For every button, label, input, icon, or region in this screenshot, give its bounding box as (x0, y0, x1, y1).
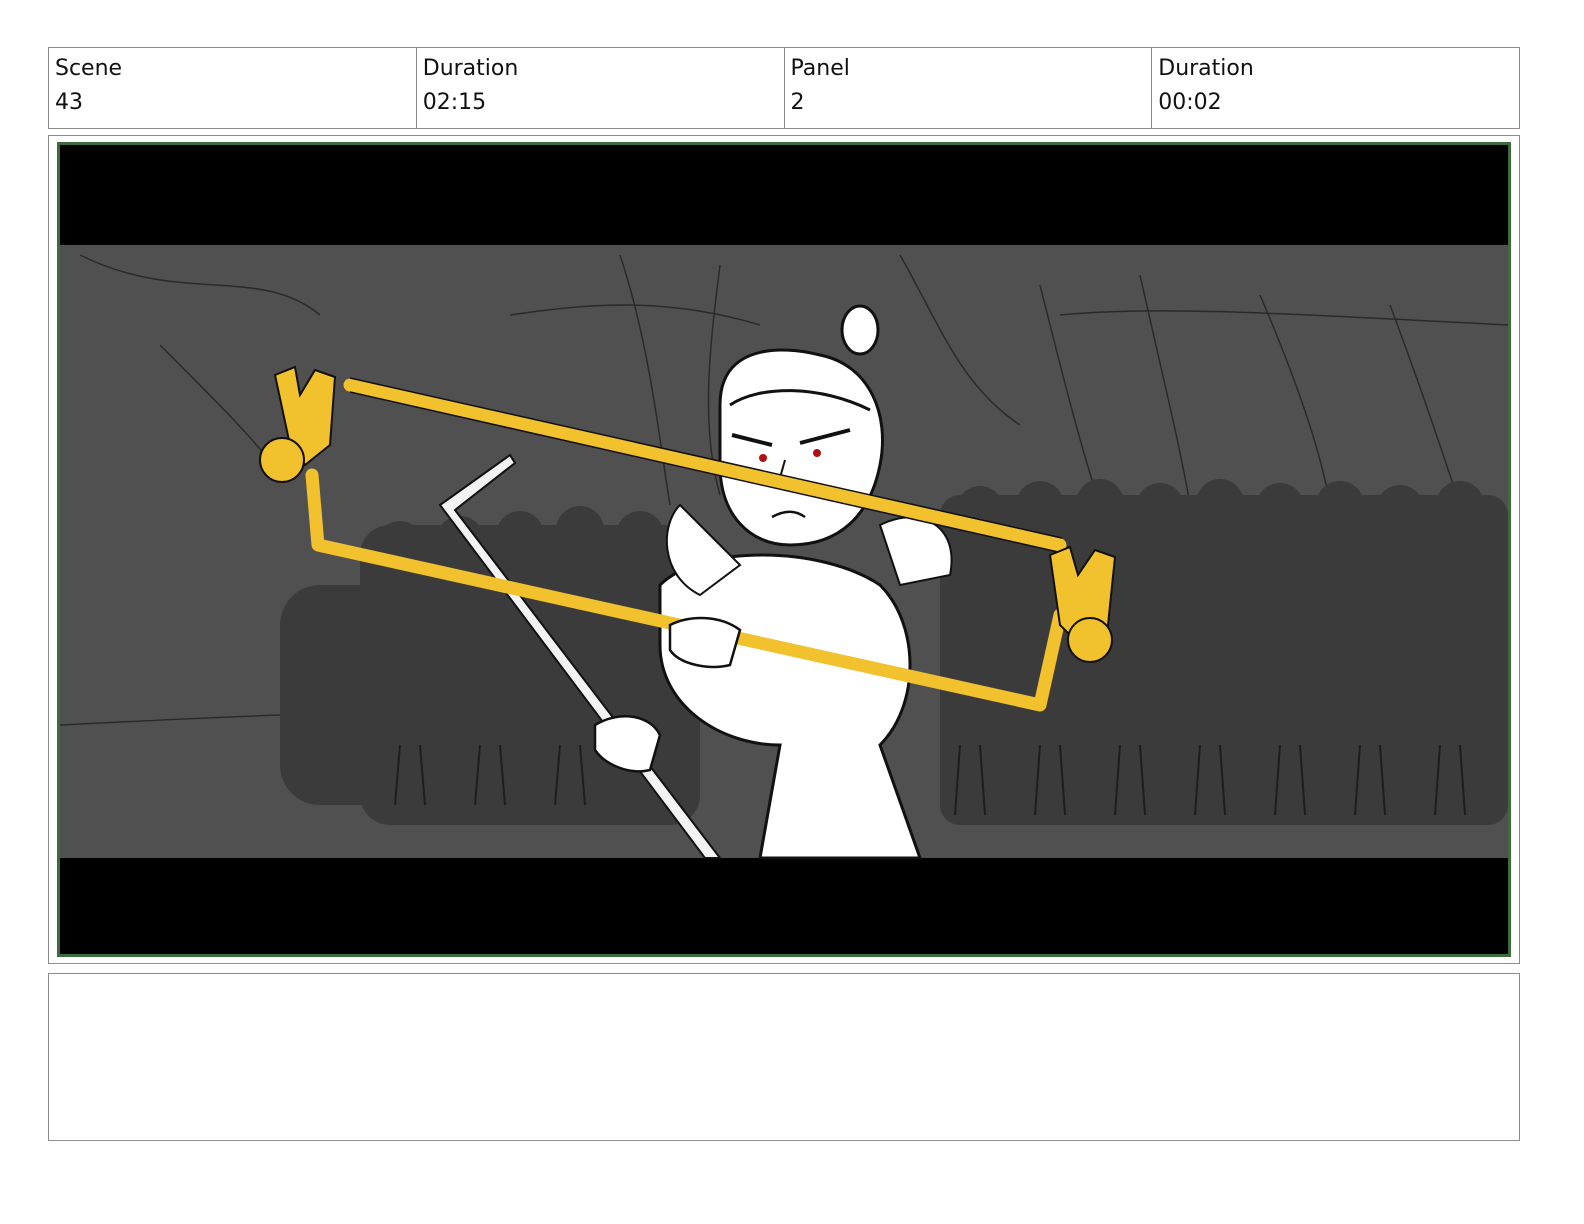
scene-label: Scene (55, 56, 123, 81)
panel-duration-value: 00:02 (1158, 90, 1222, 115)
scene-duration-label: Duration (422, 56, 519, 81)
scene-value: 43 (55, 90, 83, 115)
panel-notes-box (48, 973, 1520, 1141)
character-hand-upper (668, 616, 742, 669)
scene-duration-value: 02:15 (422, 90, 487, 115)
character-eye-right (813, 449, 821, 457)
panel-value: 2 (790, 90, 805, 115)
panel-duration-cell: Duration 00:02 (1152, 48, 1519, 128)
letterbox-bottom (60, 858, 1508, 954)
letterbox-top (60, 145, 1508, 245)
panel-info-header: Scene 43 Duration 02:15 Panel 2 Duration… (48, 47, 1520, 129)
panel-duration-label: Duration (1158, 56, 1254, 81)
storyboard-sketch-image (57, 142, 1511, 957)
character-hair-bun (840, 304, 880, 356)
panel-cell: Panel 2 (785, 48, 1153, 128)
character-eye-left (759, 454, 767, 462)
storyboard-sketch-drawing (60, 145, 1508, 954)
panel-label: Panel (790, 56, 850, 81)
panel-frame (48, 135, 1520, 964)
scene-duration-cell: Duration 02:15 (417, 48, 785, 128)
scene-cell: Scene 43 (49, 48, 417, 128)
